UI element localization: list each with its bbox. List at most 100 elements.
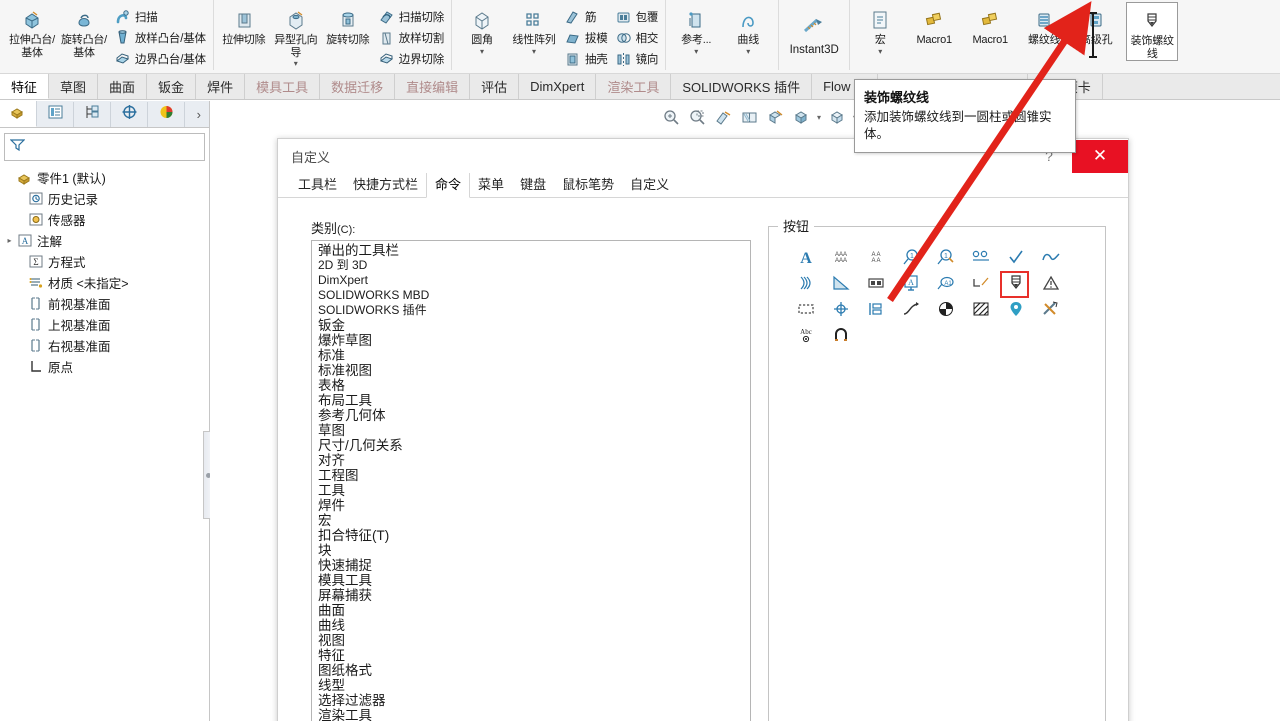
- extrude-boss-button[interactable]: 拉伸凸台/基体: [6, 2, 58, 59]
- tab-mold-tools[interactable]: 模具工具: [245, 74, 321, 99]
- shell-button[interactable]: 抽壳: [560, 48, 611, 69]
- category-item[interactable]: 块: [314, 543, 750, 558]
- category-item[interactable]: 模具工具: [314, 573, 750, 588]
- blocks-button[interactable]: [858, 272, 893, 298]
- tree-item-part[interactable]: 零件1 (默认): [0, 167, 209, 188]
- dimxpert-manager-tab[interactable]: [111, 101, 148, 127]
- macro1b-button[interactable]: Macro1: [962, 2, 1018, 47]
- surface-finish-button[interactable]: AAA AAA: [823, 246, 858, 272]
- tools-button[interactable]: [1033, 298, 1068, 324]
- hole-wizard-caret-icon[interactable]: ▾: [294, 60, 298, 68]
- fillet-button[interactable]: 圆角 ▾: [456, 2, 508, 55]
- tab-sketch[interactable]: 草图: [49, 74, 99, 99]
- tab-features[interactable]: 特征: [0, 74, 50, 99]
- category-item[interactable]: 标准视图: [314, 363, 750, 378]
- auto-balloon-button[interactable]: 1: [928, 246, 963, 272]
- dialog-tab-menus[interactable]: 菜单: [470, 172, 512, 197]
- category-item[interactable]: DimXpert: [314, 273, 750, 288]
- cosmetic-thread-ribbon-button[interactable]: 装饰螺纹线: [1126, 2, 1179, 61]
- tree-item-origin[interactable]: 原点: [0, 356, 209, 377]
- category-item[interactable]: 表格: [314, 378, 750, 393]
- tree-expander[interactable]: ▸: [4, 236, 15, 245]
- advanced-hole-button[interactable]: 高级孔: [1070, 2, 1122, 47]
- tab-render-tools[interactable]: 渲染工具: [596, 74, 672, 99]
- category-item[interactable]: 快速捕捉: [314, 558, 750, 573]
- tree-item-front-plane[interactable]: 前视基准面: [0, 293, 209, 314]
- property-manager-tab[interactable]: [37, 101, 74, 127]
- configuration-manager-tab[interactable]: [74, 101, 111, 127]
- tree-item-history[interactable]: 历史记录: [0, 188, 209, 209]
- tab-surface[interactable]: 曲面: [98, 74, 148, 99]
- feature-tree-filter-input[interactable]: [30, 139, 204, 155]
- category-item[interactable]: SOLIDWORKS 插件: [314, 303, 750, 318]
- fillet-caret-icon[interactable]: ▾: [480, 47, 484, 55]
- revolve-boss-button[interactable]: 旋转凸台/基体: [58, 2, 110, 59]
- boundary-boss-button[interactable]: 边界凸台/基体: [110, 48, 209, 69]
- dialog-tab-toolbars[interactable]: 工具栏: [290, 172, 345, 197]
- loft-cut-button[interactable]: 放样切割: [374, 27, 447, 48]
- dialog-tab-commands[interactable]: 命令: [426, 171, 471, 198]
- note-button[interactable]: A: [788, 246, 823, 272]
- tab-evaluate[interactable]: 评估: [470, 74, 520, 99]
- tab-dimxpert[interactable]: DimXpert: [519, 74, 597, 99]
- dialog-close-button[interactable]: ✕: [1072, 139, 1128, 173]
- datum-feature-button[interactable]: [963, 272, 998, 298]
- dialog-tab-keyboard[interactable]: 键盘: [512, 172, 554, 197]
- tab-solidworks-addins[interactable]: SOLIDWORKS 插件: [671, 74, 813, 99]
- loft-boss-button[interactable]: 放样凸台/基体: [110, 27, 209, 48]
- center-mark-button[interactable]: [823, 298, 858, 324]
- tree-item-material[interactable]: 材质 <未指定>: [0, 272, 209, 293]
- dialog-tab-customization[interactable]: 自定义: [622, 172, 677, 197]
- sweep-cut-button[interactable]: 扫描切除: [374, 6, 447, 27]
- category-item[interactable]: 视图: [314, 633, 750, 648]
- magnet-button[interactable]: [823, 324, 858, 350]
- tab-weldments[interactable]: 焊件: [196, 74, 246, 99]
- display-style-caret-icon[interactable]: ▾: [816, 113, 822, 122]
- toolbar-drag-indicator[interactable]: [1089, 12, 1097, 58]
- curves-button[interactable]: 曲线 ▾: [722, 2, 774, 55]
- balloon-button[interactable]: 1: [893, 246, 928, 272]
- tree-item-right-plane[interactable]: 右视基准面: [0, 335, 209, 356]
- magnetic-line-button[interactable]: [963, 246, 998, 272]
- category-item[interactable]: 尺寸/几何关系: [314, 438, 750, 453]
- category-item[interactable]: 工程图: [314, 468, 750, 483]
- centerline-button[interactable]: [893, 298, 928, 324]
- boundary-cut-button[interactable]: 边界切除: [374, 48, 447, 69]
- category-item[interactable]: 2D 到 3D: [314, 258, 750, 273]
- rib-button[interactable]: 筋: [560, 6, 611, 27]
- cosmetic-thread-button[interactable]: [998, 271, 1033, 298]
- dialog-tab-shortcut-bars[interactable]: 快捷方式栏: [345, 172, 426, 197]
- mirror-button[interactable]: 镜向: [611, 48, 662, 69]
- category-item[interactable]: 参考几何体: [314, 408, 750, 423]
- intersect-button[interactable]: 相交: [611, 27, 662, 48]
- draft-button[interactable]: 拔模: [560, 27, 611, 48]
- category-item[interactable]: 爆炸草图: [314, 333, 750, 348]
- category-listbox[interactable]: 弹出的工具栏 2D 到 3D DimXpert SOLIDWORKS MBD S…: [311, 240, 751, 721]
- category-item[interactable]: 扣合特征(T): [314, 528, 750, 543]
- category-item[interactable]: 宏: [314, 513, 750, 528]
- zoom-fit-icon[interactable]: [660, 106, 682, 128]
- previous-view-icon[interactable]: [712, 106, 734, 128]
- geometric-tolerance-button[interactable]: [1033, 272, 1068, 298]
- instant3d-button[interactable]: Instant3D: [783, 2, 845, 56]
- category-item[interactable]: 曲线: [314, 618, 750, 633]
- category-item[interactable]: 线型: [314, 678, 750, 693]
- tree-item-top-plane[interactable]: 上视基准面: [0, 314, 209, 335]
- extrude-cut-button[interactable]: 拉伸切除: [218, 2, 270, 47]
- macro-button[interactable]: 宏 ▾: [854, 2, 906, 55]
- view-orientation-icon[interactable]: [764, 106, 786, 128]
- panel-more-tabs-button[interactable]: ›: [197, 107, 209, 122]
- spell-check-button[interactable]: Abc: [788, 324, 823, 350]
- check-button[interactable]: [998, 246, 1033, 272]
- category-item[interactable]: SOLIDWORKS MBD: [314, 288, 750, 303]
- tree-item-annotations[interactable]: ▸ A 注解: [0, 230, 209, 251]
- reference-geometry-caret-icon[interactable]: ▾: [694, 47, 698, 55]
- weld-symbol-button[interactable]: A AA A: [858, 246, 893, 272]
- category-item[interactable]: 渲染工具: [314, 708, 750, 721]
- tree-item-sensors[interactable]: 传感器: [0, 209, 209, 230]
- section-view-icon[interactable]: [738, 106, 760, 128]
- category-item[interactable]: 钣金: [314, 318, 750, 333]
- reference-geometry-button[interactable]: 参考... ▾: [670, 2, 722, 55]
- category-item[interactable]: 曲面: [314, 603, 750, 618]
- category-item[interactable]: 标准: [314, 348, 750, 363]
